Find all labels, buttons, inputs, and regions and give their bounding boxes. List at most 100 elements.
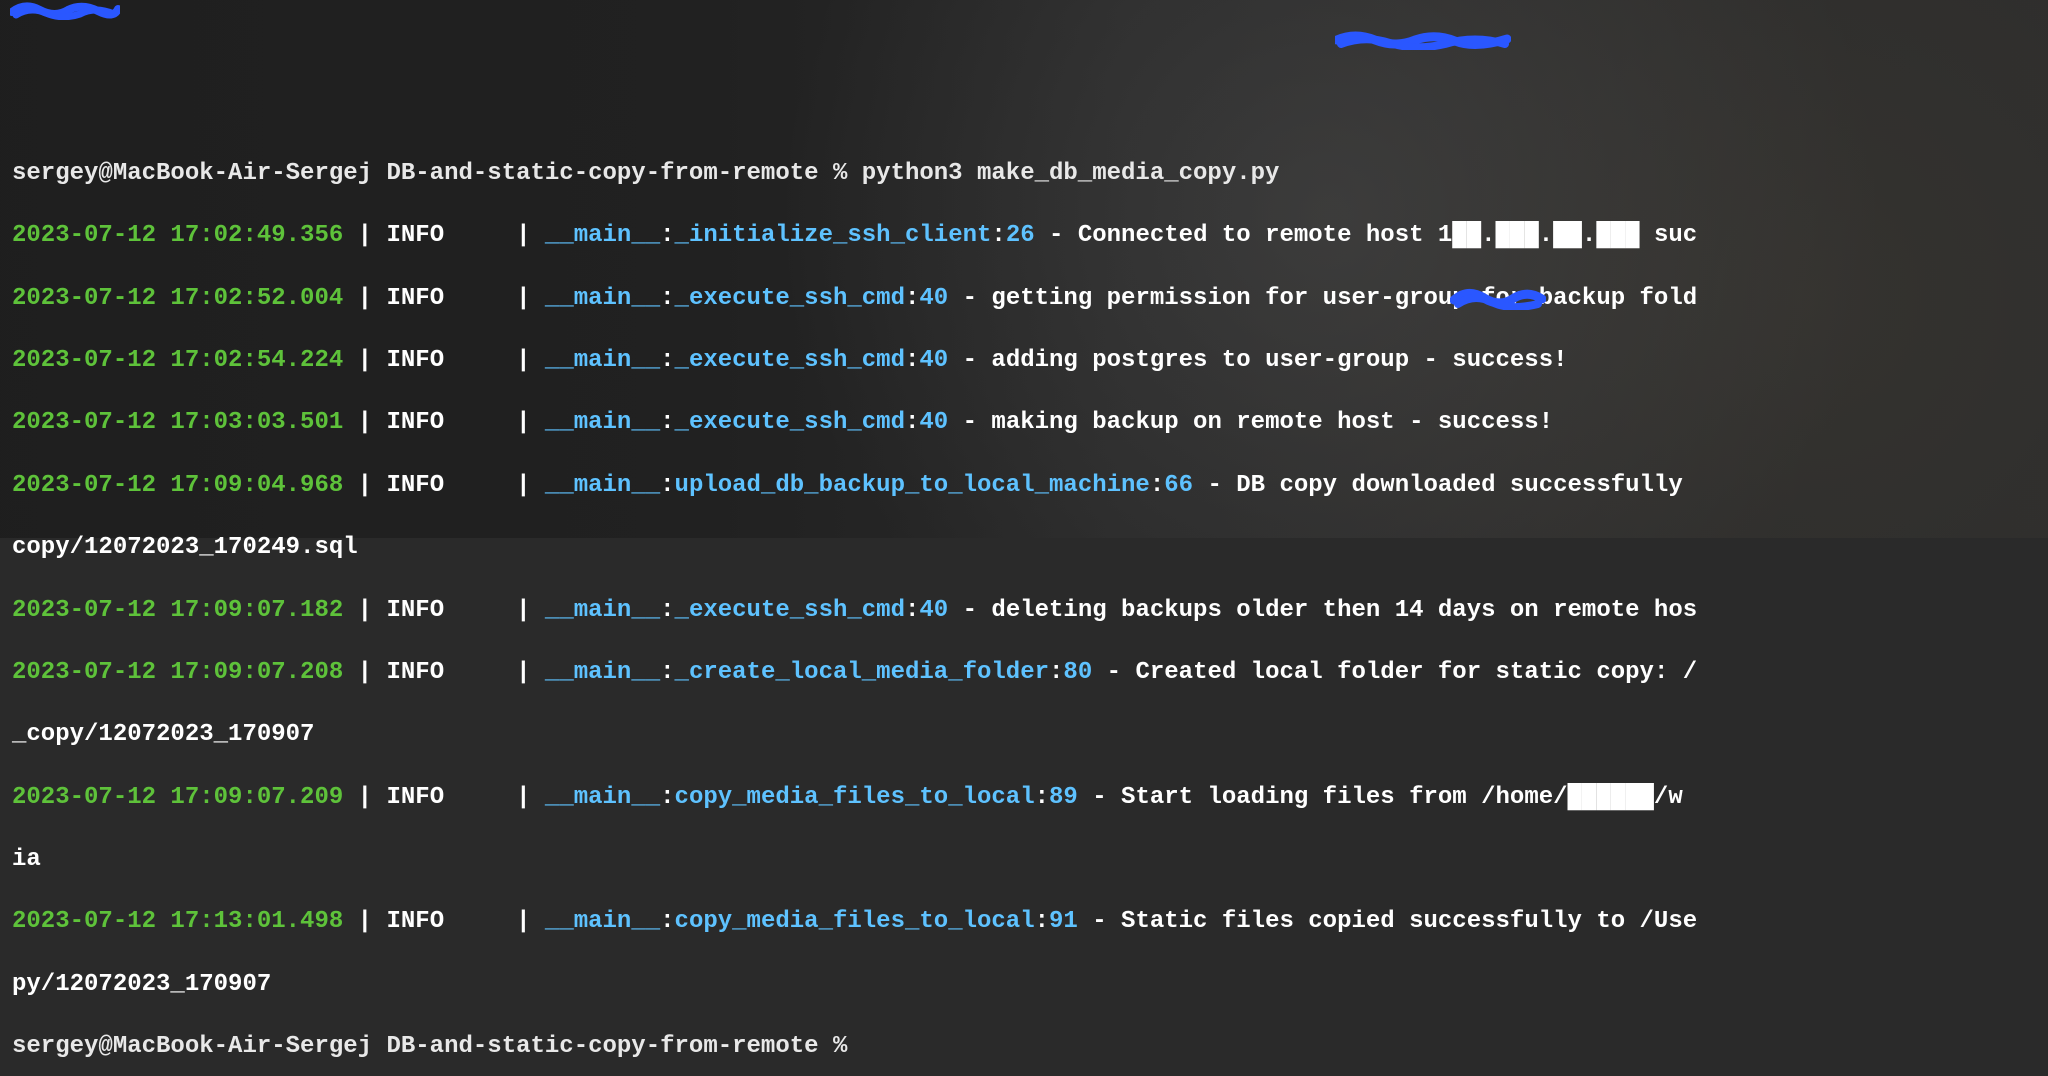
colon: : (660, 347, 674, 374)
dash: - (1193, 472, 1236, 499)
log-level-pad (444, 784, 502, 811)
log-sep: | (502, 908, 545, 935)
log-level-pad (444, 409, 502, 436)
log-timestamp: 2023-07-12 17:09:07.182 (12, 597, 343, 624)
log-sep: | (343, 409, 386, 436)
log-sep: | (343, 659, 386, 686)
log-sep: | (502, 784, 545, 811)
log-level: INFO (386, 908, 444, 935)
log-timestamp: 2023-07-12 17:09:04.968 (12, 472, 343, 499)
log-module: __main__ (545, 285, 660, 312)
log-level: INFO (386, 472, 444, 499)
log-continuation: _copy/12072023_170907 (12, 719, 2048, 750)
colon: : (905, 409, 919, 436)
colon: : (1049, 659, 1063, 686)
dash: - (948, 347, 991, 374)
log-lineno: 66 (1164, 472, 1193, 499)
log-function: _execute_ssh_cmd (675, 409, 905, 436)
log-line: 2023-07-12 17:02:52.004 | INFO | __main_… (12, 283, 2048, 314)
log-message: making backup on remote host - success! (991, 409, 1553, 436)
prompt-user-host: sergey@MacBook-Air-Sergej (12, 160, 372, 187)
log-function: copy_media_files_to_local (675, 908, 1035, 935)
dash: - (948, 285, 991, 312)
log-sep: | (343, 347, 386, 374)
log-line: 2023-07-12 17:13:01.498 | INFO | __main_… (12, 906, 2048, 937)
terminal-output: sergey@MacBook-Air-Sergej DB-and-static-… (12, 127, 2048, 1076)
log-sep: | (502, 347, 545, 374)
colon: : (1150, 472, 1164, 499)
log-level: INFO (386, 347, 444, 374)
colon: : (660, 222, 674, 249)
log-function: _initialize_ssh_client (675, 222, 992, 249)
colon: : (660, 285, 674, 312)
log-message: getting permission for user-group for ba… (991, 285, 1697, 312)
log-timestamp: 2023-07-12 17:03:03.501 (12, 409, 343, 436)
log-sep: | (502, 472, 545, 499)
log-message: DB copy downloaded successfully (1236, 472, 1682, 499)
log-line: 2023-07-12 17:09:07.209 | INFO | __main_… (12, 782, 2048, 813)
log-lineno: 80 (1063, 659, 1092, 686)
log-level: INFO (386, 597, 444, 624)
log-function: upload_db_backup_to_local_machine (675, 472, 1150, 499)
dash: - (1078, 908, 1121, 935)
log-lineno: 40 (919, 409, 948, 436)
prompt-line[interactable]: sergey@MacBook-Air-Sergej DB-and-static-… (12, 1031, 2048, 1062)
dash: - (1078, 784, 1121, 811)
log-line: 2023-07-12 17:03:03.501 | INFO | __main_… (12, 407, 2048, 438)
log-module: __main__ (545, 908, 660, 935)
log-line: 2023-07-12 17:09:07.208 | INFO | __main_… (12, 657, 2048, 688)
colon: : (660, 784, 674, 811)
log-sep: | (343, 285, 386, 312)
colon: : (1035, 908, 1049, 935)
colon: : (1035, 784, 1049, 811)
log-lineno: 40 (919, 285, 948, 312)
log-line: 2023-07-12 17:02:54.224 | INFO | __main_… (12, 345, 2048, 376)
log-timestamp: 2023-07-12 17:09:07.208 (12, 659, 343, 686)
log-level-pad (444, 472, 502, 499)
log-module: __main__ (545, 222, 660, 249)
log-lineno: 26 (1006, 222, 1035, 249)
log-module: __main__ (545, 597, 660, 624)
log-lineno: 91 (1049, 908, 1078, 935)
colon: : (905, 285, 919, 312)
prompt-symbol: % (833, 1033, 847, 1060)
log-level-pad (444, 659, 502, 686)
log-continuation: py/12072023_170907 (12, 969, 2048, 1000)
log-sep: | (502, 222, 545, 249)
log-level: INFO (386, 409, 444, 436)
log-timestamp: 2023-07-12 17:02:49.356 (12, 222, 343, 249)
log-sep: | (343, 784, 386, 811)
log-level: INFO (386, 222, 444, 249)
log-message: adding postgres to user-group - success! (991, 347, 1567, 374)
prompt-user-host: sergey@MacBook-Air-Sergej (12, 1033, 372, 1060)
log-timestamp: 2023-07-12 17:02:54.224 (12, 347, 343, 374)
colon: : (660, 659, 674, 686)
dash: - (948, 597, 991, 624)
log-lineno: 40 (919, 597, 948, 624)
colon: : (660, 472, 674, 499)
redaction-scribble-icon (1335, 30, 1511, 50)
log-module: __main__ (545, 472, 660, 499)
log-level-pad (444, 285, 502, 312)
colon: : (660, 597, 674, 624)
redaction-scribble-icon (10, 0, 120, 20)
log-level-pad (444, 908, 502, 935)
log-level-pad (444, 597, 502, 624)
log-function: _create_local_media_folder (675, 659, 1049, 686)
dash: - (1035, 222, 1078, 249)
prompt-cwd: DB-and-static-copy-from-remote (386, 160, 818, 187)
log-message: Static files copied successfully to /Use (1121, 908, 1697, 935)
log-level: INFO (386, 285, 444, 312)
log-timestamp: 2023-07-12 17:09:07.209 (12, 784, 343, 811)
log-function: _execute_ssh_cmd (675, 347, 905, 374)
log-sep: | (502, 597, 545, 624)
colon: : (905, 597, 919, 624)
colon: : (991, 222, 1005, 249)
log-level: INFO (386, 659, 444, 686)
log-timestamp: 2023-07-12 17:02:52.004 (12, 285, 343, 312)
log-level: INFO (386, 784, 444, 811)
log-message: Created local folder for static copy: / (1135, 659, 1697, 686)
log-sep: | (343, 472, 386, 499)
prompt-line[interactable]: sergey@MacBook-Air-Sergej DB-and-static-… (12, 158, 2048, 189)
log-module: __main__ (545, 347, 660, 374)
